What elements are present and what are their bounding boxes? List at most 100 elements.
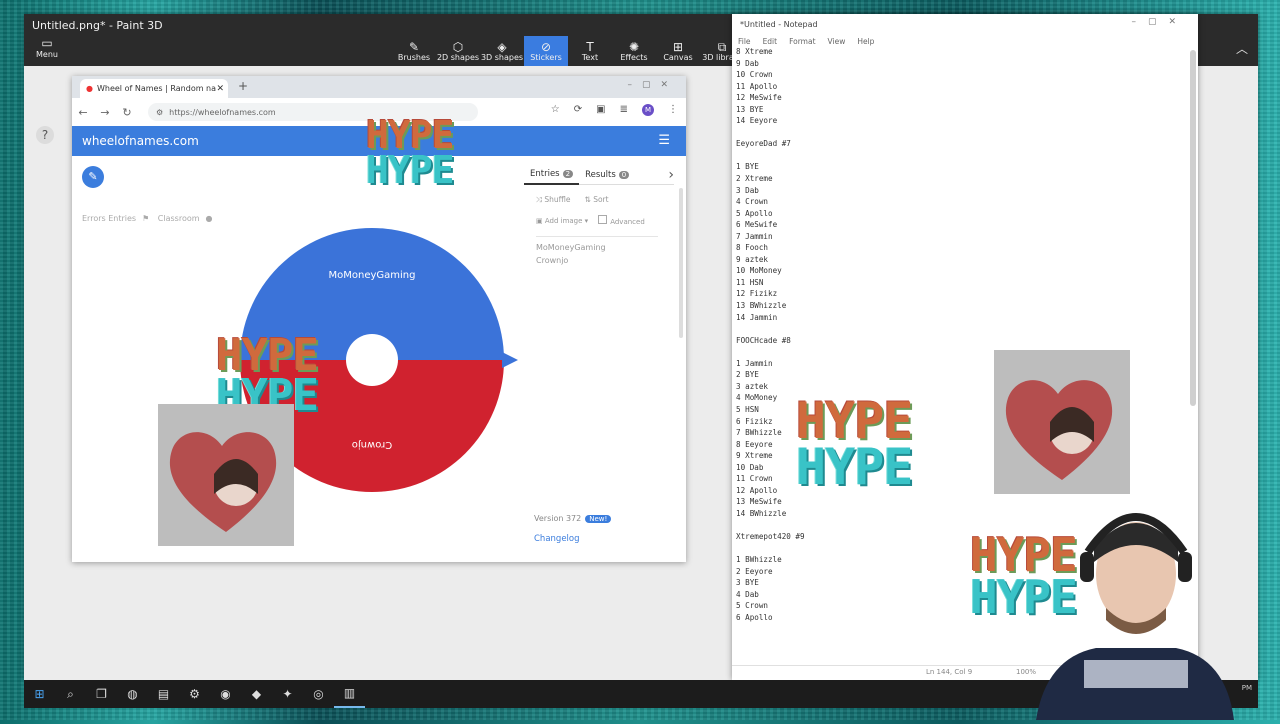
task-view-icon[interactable]: ❐ [86,680,117,708]
entries-count-badge: 2 [562,170,574,178]
add-image-label: Add image [544,216,583,225]
paint3d-title: Untitled.png* - Paint 3D [32,18,163,32]
tool-3d-shapes[interactable]: ◈ 3D shapes [480,36,524,66]
close-icon[interactable]: ✕ [216,84,224,94]
sort-button[interactable]: ⇅ Sort [585,195,609,205]
version-label: Version 372 [534,514,582,523]
streamer-webcam [1036,488,1234,720]
file-explorer-icon[interactable]: ▤ [148,680,179,708]
paint3d-menu-button[interactable]: ▭ Menu [32,36,62,59]
text-line: 2 Xtreme [736,174,773,184]
tool-2d-shapes[interactable]: ⬡ 2D shapes [436,36,480,66]
page-scrollbar[interactable] [679,188,683,338]
window-controls[interactable]: –▢✕ [1131,17,1188,27]
streamer-avatar [1036,513,1234,720]
caption-left: Errors Entries [82,214,137,223]
bookmark-star-icon[interactable]: ☆ [551,104,560,116]
chevron-up-icon[interactable]: ︿ [1236,40,1248,57]
tool-text[interactable]: T Text [568,36,612,66]
new-tab-icon[interactable]: + [238,79,248,93]
add-image-button[interactable]: ▣ Add image ▾ [536,217,588,225]
brush-icon: ✎ [408,39,420,54]
window-controls[interactable]: –▢✕ [627,80,678,90]
sort-label: Sort [593,195,609,204]
site-info-icon[interactable]: ⚙ [156,108,163,117]
tab-entries-label: Entries [530,169,560,179]
help-icon[interactable]: ? [36,126,54,144]
paint3d-icon[interactable]: ✦ [272,680,303,708]
tool-label: 2D shapes [436,52,480,62]
hamburger-menu-icon[interactable]: ☰ [658,133,670,148]
new-badge: New! [585,514,612,523]
tab-entries[interactable]: Entries 2 [524,165,580,185]
text-line: 5 Apollo [736,208,773,218]
obs-icon[interactable]: ◎ [303,680,334,708]
menu-view[interactable]: View [828,37,846,46]
entries-textbox[interactable]: MoMoneyGaming Crownjo [536,236,658,475]
cursor-position: Ln 144, Col 9 [926,668,973,676]
text-line: 9 Dab [736,58,759,68]
collapse-panel-icon[interactable]: › [668,167,674,183]
back-icon[interactable]: ← [72,106,94,119]
results-count-badge: 0 [618,171,630,179]
wheel-slice-label: MoMoneyGaming [329,270,416,281]
text-line [736,127,1176,139]
paint3d-toolbar: ✎ Brushes ⬡ 2D shapes ◈ 3D shapes ⊘ Stickers T Te… [392,36,744,66]
text-icon: T [586,39,594,54]
text-line: 14 Eeyore [736,116,778,126]
tool-brushes[interactable]: ✎ Brushes [392,36,436,66]
wheel-center[interactable] [346,334,398,386]
menu-edit[interactable]: Edit [763,37,778,46]
reload-icon[interactable]: ↻ [116,106,138,119]
shuffle-button[interactable]: ⤨ Shuffle [536,195,571,205]
clock[interactable]: PM [1242,684,1252,693]
text-line [736,323,1176,335]
start-icon[interactable]: ⊞ [24,680,55,708]
forward-icon[interactable]: → [94,106,116,119]
flag-icon[interactable]: ⚑ [142,214,149,223]
heart-icon [169,432,277,532]
stickers-icon: ⊘ [540,39,552,54]
paint3d-menu-label: Menu [36,50,58,59]
tool-label: Canvas [663,52,693,62]
tool-canvas[interactable]: ⊞ Canvas [656,36,700,66]
changelog-link[interactable]: Changelog [534,534,580,544]
advanced-checkbox[interactable] [598,215,608,224]
wheel-caption: Errors Entries ⚑ Classroom ● [82,214,219,223]
hype-text: HYPE [796,438,913,496]
site-brand[interactable]: wheelofnames.com [82,134,199,148]
text-line: 8 Xtreme [736,47,773,56]
notepad-scrollbar[interactable] [1190,50,1196,406]
hype-text: HYPE [366,147,455,192]
tool-label: Stickers [530,52,562,62]
info-icon[interactable]: ● [206,214,213,223]
edge-icon[interactable]: ◍ [117,680,148,708]
heart-emote-sticker [158,404,294,546]
text-line: 10 MoMoney [736,266,782,276]
text-line: FOOCHcade #8 [736,335,791,345]
app-icon[interactable]: ◆ [241,680,272,708]
entry-item: Crownjo [536,256,569,265]
kebab-menu-icon[interactable]: ⋮ [668,104,678,116]
settings-icon[interactable]: ⚙ [179,680,210,708]
menu-format[interactable]: Format [789,37,815,46]
version-info: Version 372 New! [534,514,612,523]
media-icon[interactable]: ≣ [620,104,628,116]
extension-icon[interactable]: ⟳ [574,104,582,116]
advanced-toggle[interactable]: Advanced [598,215,645,226]
edit-pencil-icon[interactable]: ✎ [82,166,104,188]
profile-avatar[interactable]: M [642,104,654,116]
tab-results-label: Results [585,170,616,180]
notepad-icon[interactable]: ▥ [334,680,365,708]
chrome-icon[interactable]: ◉ [210,680,241,708]
tool-effects[interactable]: ✺ Effects [612,36,656,66]
menu-help[interactable]: Help [857,37,874,46]
search-icon[interactable]: ⌕ [55,680,86,708]
tool-stickers[interactable]: ⊘ Stickers [524,36,568,66]
text-line: 3 Dab [736,185,759,195]
tab-search-icon[interactable]: ▣ [596,104,605,116]
chrome-tab-wheelofnames[interactable]: ● Wheel of Names | Random na ✕ [80,79,228,98]
shapes-2d-icon: ⬡ [452,39,464,54]
tab-results[interactable]: Results 0 [579,166,635,184]
menu-file[interactable]: File [738,37,751,46]
